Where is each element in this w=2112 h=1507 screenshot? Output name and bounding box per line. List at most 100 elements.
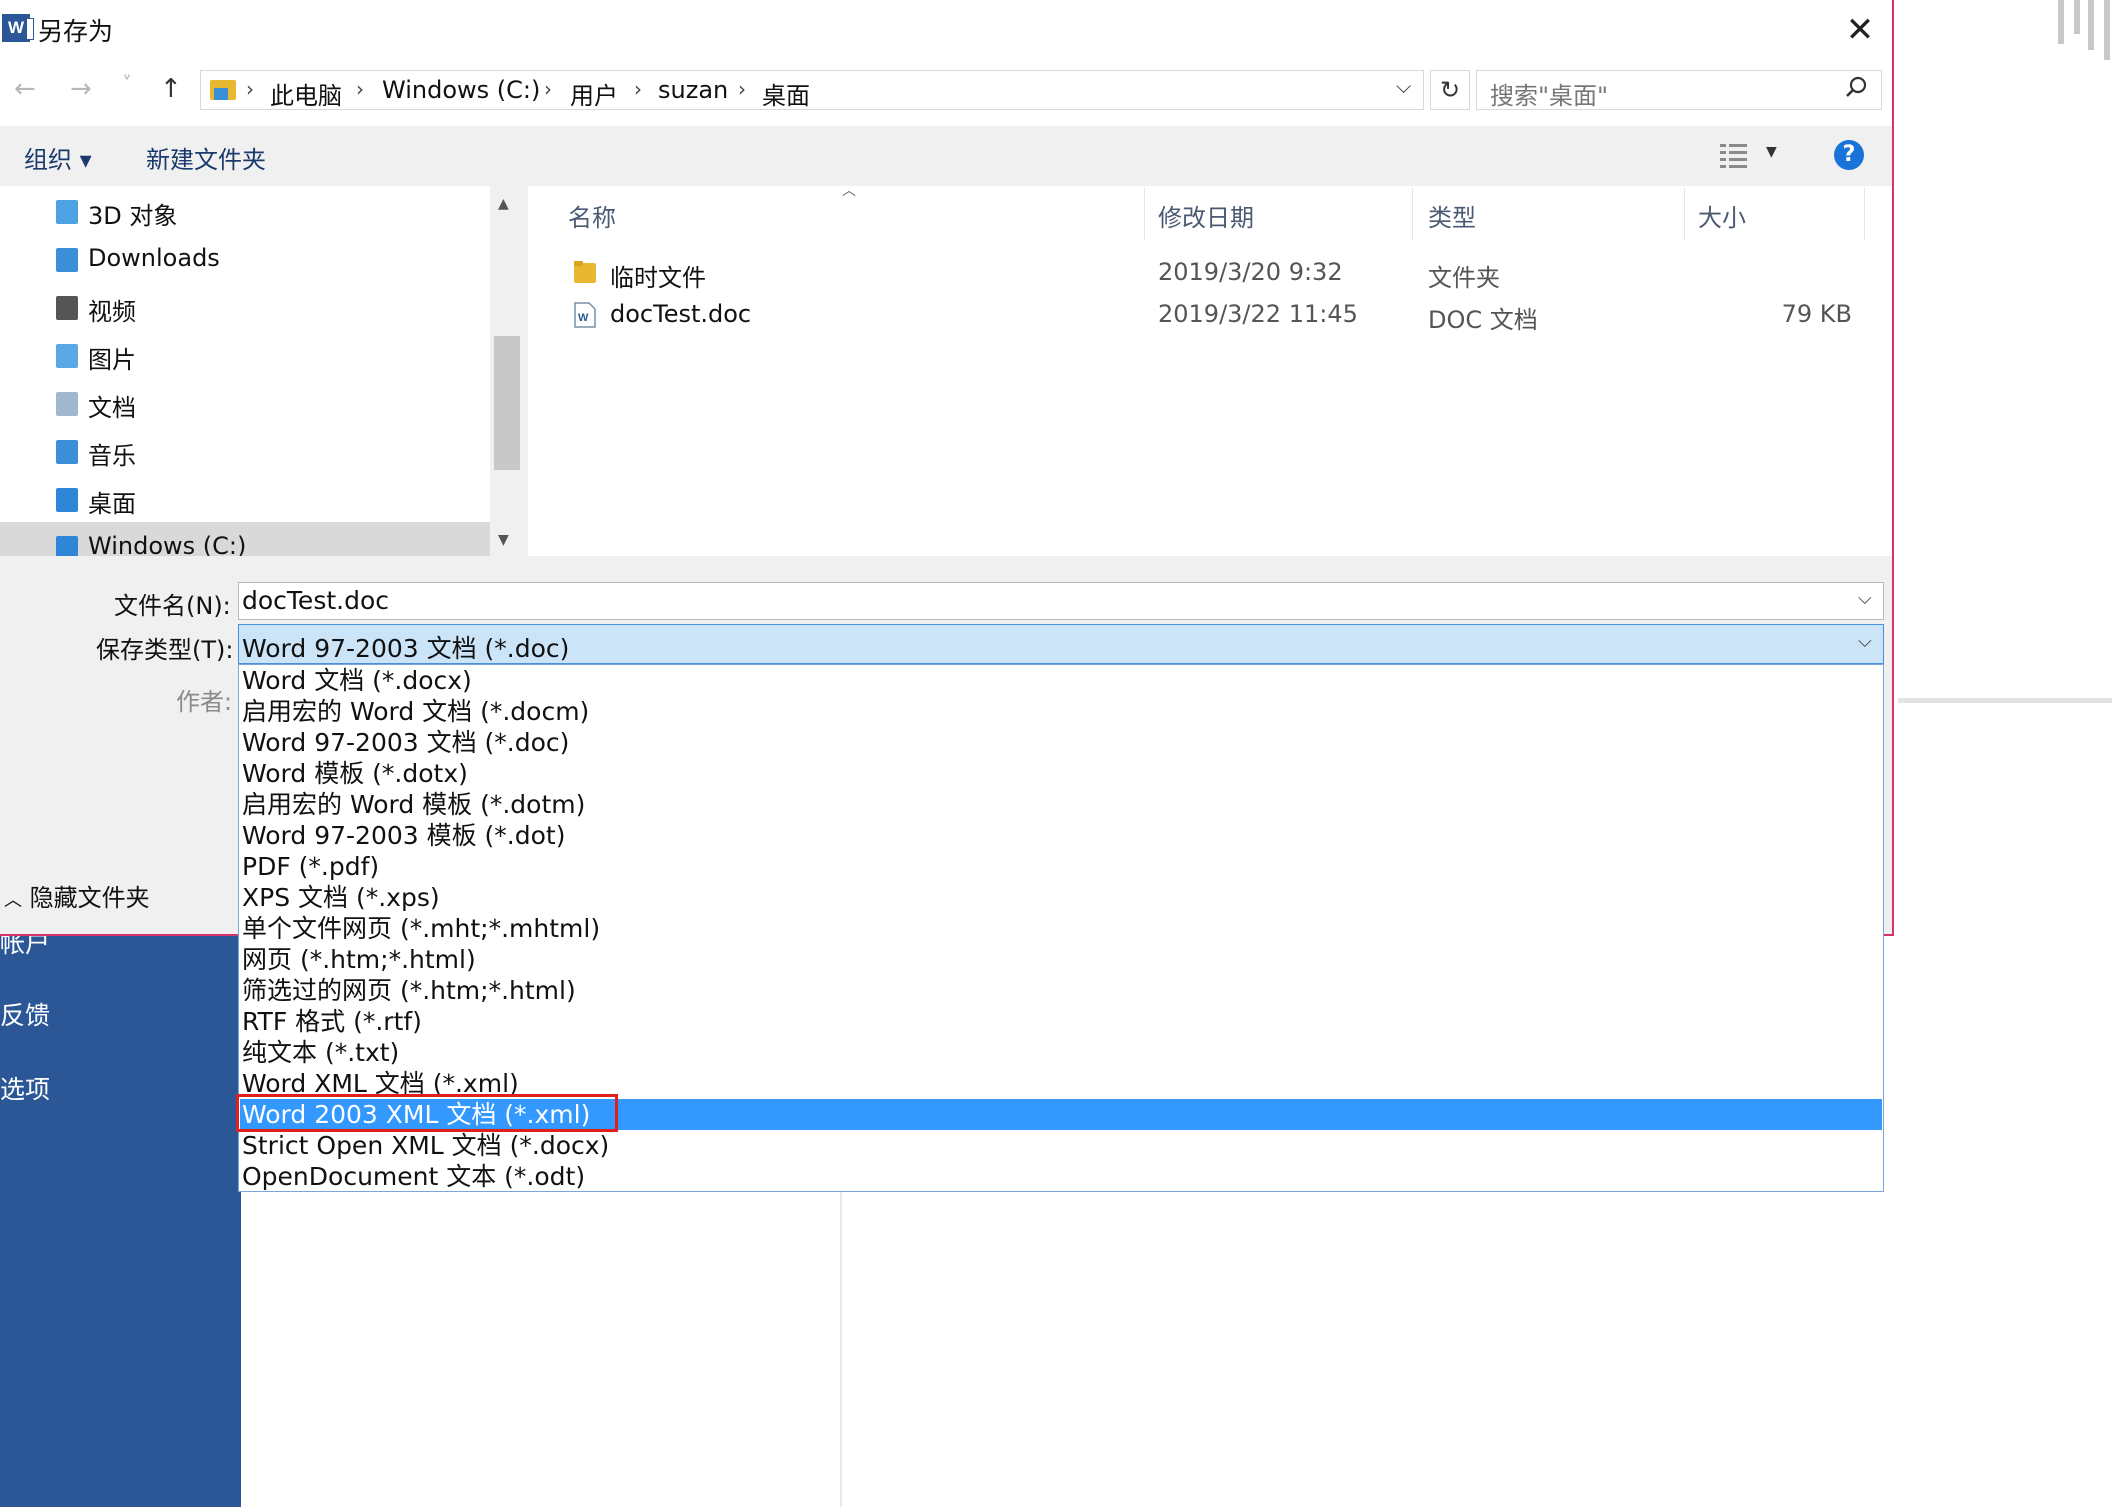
3d-objects-icon	[56, 200, 78, 224]
filetype-option[interactable]: RTF 格式 (*.rtf)	[240, 1006, 1882, 1037]
new-folder-button[interactable]: 新建文件夹	[146, 140, 266, 175]
close-button[interactable]: ✕	[1838, 10, 1882, 50]
sidebar-item-label: 文档	[88, 394, 136, 422]
chevron-down-icon[interactable]: ⌵	[1396, 74, 1411, 98]
file-name: 临时文件	[610, 264, 706, 292]
filetype-option[interactable]: PDF (*.pdf)	[240, 851, 1882, 882]
file-size: 79 KB	[1781, 300, 1852, 328]
folder-icon	[574, 261, 596, 283]
pictures-icon	[56, 344, 78, 368]
breadcrumb-users[interactable]: 用户	[570, 76, 618, 111]
column-divider[interactable]	[1684, 188, 1685, 240]
chevron-right-icon: ›	[356, 77, 364, 101]
filetype-option[interactable]: 启用宏的 Word 模板 (*.dotm)	[240, 789, 1882, 820]
window-edge-decoration	[2058, 0, 2112, 60]
filetype-option[interactable]: 筛选过的网页 (*.htm;*.html)	[240, 975, 1882, 1006]
filetype-label: 保存类型(T):	[96, 636, 234, 664]
filename-label: 文件名(N):	[114, 592, 231, 620]
breadcrumb-drive[interactable]: Windows (C:)	[382, 76, 540, 104]
file-name: docTest.doc	[610, 300, 752, 328]
file-row[interactable]: 临时文件 2019/3/20 9:32 文件夹	[570, 256, 1870, 292]
videos-icon	[56, 296, 78, 320]
file-type: 文件夹	[1428, 264, 1500, 292]
desktop-icon	[56, 488, 78, 512]
filetype-option[interactable]: 纯文本 (*.txt)	[240, 1037, 1882, 1068]
filetype-value[interactable]: Word 97-2003 文档 (*.doc)	[242, 629, 569, 665]
column-divider[interactable]	[1864, 188, 1865, 240]
hide-folders-label: 隐藏文件夹	[29, 884, 150, 912]
column-header-date[interactable]: 修改日期	[1158, 198, 1254, 233]
up-button[interactable]: ↑	[160, 74, 182, 104]
chevron-down-icon[interactable]: ⌵	[1858, 588, 1872, 609]
sort-ascending-icon: ︿	[842, 183, 856, 199]
sidebar-item-label: 桌面	[88, 490, 136, 518]
author-label: 作者:	[176, 688, 233, 716]
svg-text:W: W	[578, 312, 589, 324]
hide-folders-button[interactable]: ︿ 隐藏文件夹	[4, 878, 150, 913]
sidebar-item-label: 3D 对象	[88, 202, 178, 230]
chevron-right-icon: ›	[544, 77, 552, 101]
downloads-icon	[56, 248, 78, 272]
filetype-option[interactable]: XPS 文档 (*.xps)	[240, 882, 1882, 913]
nav-scrollbar-thumb[interactable]	[494, 336, 520, 470]
filetype-option[interactable]: 网页 (*.htm;*.html)	[240, 944, 1882, 975]
sidebar-item-label: 图片	[88, 346, 136, 374]
column-header-type[interactable]: 类型	[1428, 198, 1476, 233]
column-header-name[interactable]: 名称	[568, 198, 616, 233]
annotation-highlight-box	[236, 1094, 618, 1132]
file-list	[528, 186, 1892, 556]
dialog-title: 另存为	[38, 17, 114, 46]
title-bar	[0, 0, 1892, 58]
help-icon[interactable]: ?	[1834, 140, 1864, 170]
breadcrumb-user[interactable]: suzan	[658, 76, 728, 104]
file-date: 2019/3/20 9:32	[1158, 258, 1343, 286]
chevron-up-icon: ︿	[4, 890, 22, 911]
sidebar-item-label: 视频	[88, 298, 136, 326]
recent-locations-button[interactable]: ˅	[122, 72, 132, 96]
scroll-down-icon[interactable]: ▼	[498, 532, 509, 548]
breadcrumb-desktop[interactable]: 桌面	[762, 76, 810, 111]
documents-icon	[56, 392, 78, 416]
filetype-option[interactable]: Word 文档 (*.docx)	[240, 665, 1882, 696]
file-type: DOC 文档	[1428, 306, 1538, 334]
backstage-rule	[1898, 698, 2112, 703]
filetype-option[interactable]: OpenDocument 文本 (*.odt)	[240, 1161, 1882, 1192]
word-app-icon: W	[2, 14, 34, 42]
chevron-right-icon: ›	[738, 77, 746, 101]
filetype-option[interactable]: Word 模板 (*.dotx)	[240, 758, 1882, 789]
column-divider[interactable]	[1412, 188, 1413, 240]
word-document-icon: W	[574, 302, 596, 328]
breadcrumb-this-pc[interactable]: 此电脑	[270, 76, 342, 111]
backstage-item-options[interactable]: 选项	[0, 1070, 50, 1106]
chevron-down-icon[interactable]: ▼	[1766, 144, 1777, 160]
file-row[interactable]: W docTest.doc 2019/3/22 11:45 DOC 文档 79 …	[570, 298, 1870, 334]
search-icon[interactable]	[1845, 76, 1867, 98]
column-divider[interactable]	[1144, 188, 1145, 240]
forward-button[interactable]: →	[70, 74, 92, 104]
scroll-up-icon[interactable]: ▲	[498, 196, 509, 212]
search-placeholder: 搜索"桌面"	[1490, 82, 1609, 110]
backstage-divider	[840, 1190, 842, 1507]
filetype-option[interactable]: 单个文件网页 (*.mht;*.mhtml)	[240, 913, 1882, 944]
view-options-icon[interactable]	[1720, 142, 1750, 168]
filetype-option[interactable]: Word 97-2003 模板 (*.dot)	[240, 820, 1882, 851]
filetype-option[interactable]: Word 97-2003 文档 (*.doc)	[240, 727, 1882, 758]
chevron-down-icon[interactable]: ⌵	[1858, 631, 1872, 652]
chevron-right-icon: ›	[246, 77, 254, 101]
filetype-option[interactable]: 启用宏的 Word 文档 (*.docm)	[240, 696, 1882, 727]
back-button[interactable]: ←	[14, 74, 36, 104]
backstage-item-feedback[interactable]: 反馈	[0, 996, 50, 1032]
music-icon	[56, 440, 78, 464]
folder-icon	[210, 80, 236, 100]
filetype-option[interactable]: Strict Open XML 文档 (*.docx)	[240, 1130, 1882, 1161]
column-header-size[interactable]: 大小	[1698, 198, 1746, 233]
refresh-button[interactable]: ↻	[1430, 70, 1470, 110]
filename-field[interactable]	[238, 582, 1884, 620]
file-date: 2019/3/22 11:45	[1158, 300, 1358, 328]
organize-button[interactable]: 组织 ▾	[24, 140, 92, 175]
filename-value[interactable]: docTest.doc	[242, 586, 389, 615]
sidebar-item-label: Downloads	[88, 244, 220, 272]
toolbar	[0, 126, 1892, 186]
chevron-right-icon: ›	[634, 77, 642, 101]
sidebar-item-label: 音乐	[88, 442, 136, 470]
